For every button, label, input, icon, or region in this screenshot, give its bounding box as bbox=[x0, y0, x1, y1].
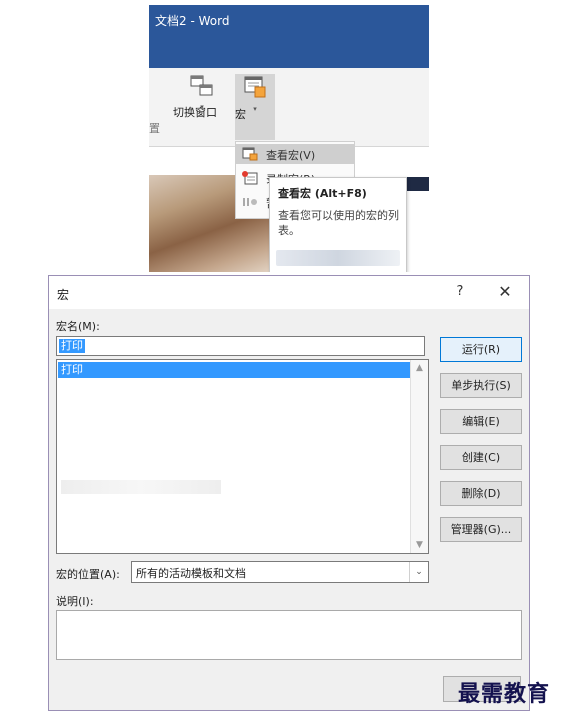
run-button[interactable]: 运行(R) bbox=[440, 337, 522, 362]
switch-windows-icon bbox=[189, 74, 215, 101]
step-into-button[interactable]: 单步执行(S) bbox=[440, 373, 522, 398]
ribbon-view-tab: 置 切换窗口 ▾ 宏 ▾ bbox=[149, 68, 429, 147]
macro-list[interactable]: 打印 ▲ ▼ bbox=[56, 359, 429, 554]
macro-name-input[interactable]: 打印 bbox=[56, 336, 425, 356]
macro-list-blurred-area bbox=[61, 480, 221, 494]
view-macros-icon bbox=[242, 147, 258, 164]
macros-in-select[interactable]: 所有的活动模板和文档 ⌄ bbox=[131, 561, 429, 583]
chevron-down-icon[interactable]: ⌄ bbox=[409, 562, 428, 582]
macros-dialog: 宏 ? ✕ 宏名(M): 打印 打印 ▲ ▼ 运行(R) 单步执行(S) 编辑(… bbox=[48, 275, 530, 711]
close-icon[interactable]: ✕ bbox=[495, 282, 515, 302]
organizer-button[interactable]: 管理器(G)... bbox=[440, 517, 522, 542]
create-button[interactable]: 创建(C) bbox=[440, 445, 522, 470]
description-box bbox=[56, 610, 522, 660]
dialog-title-bar: 宏 ? ✕ bbox=[49, 276, 529, 309]
scroll-down-icon[interactable]: ▼ bbox=[411, 540, 428, 550]
menu-item-view-macros[interactable]: 查看宏(V) bbox=[236, 144, 354, 164]
macro-list-scrollbar[interactable]: ▲ ▼ bbox=[410, 360, 428, 553]
scroll-up-icon[interactable]: ▲ bbox=[411, 363, 428, 373]
description-label: 说明(I): bbox=[56, 595, 94, 608]
macros-in-label: 宏的位置(A): bbox=[56, 568, 120, 581]
dialog-title: 宏 bbox=[57, 288, 70, 302]
switch-windows-button[interactable]: 切换窗口 ▾ bbox=[173, 74, 231, 119]
word-window-title: 文档2 - Word bbox=[155, 14, 230, 28]
pause-recording-icon bbox=[242, 195, 258, 212]
view-macros-tooltip: 查看宏 (Alt+F8) 查看您可以使用的宏的列表。 bbox=[269, 177, 407, 272]
edit-button[interactable]: 编辑(E) bbox=[440, 409, 522, 434]
switch-windows-label: 切换窗口 bbox=[173, 106, 217, 119]
tooltip-title: 查看宏 (Alt+F8) bbox=[278, 187, 367, 200]
watermark-logo: 最需教育 bbox=[458, 681, 551, 707]
tooltip-blurred-area bbox=[276, 250, 400, 266]
macros-in-value: 所有的活动模板和文档 bbox=[136, 567, 246, 580]
tooltip-description: 查看您可以使用的宏的列表。 bbox=[278, 209, 399, 237]
word-window-crop: 文档2 - Word 置 切换窗口 ▾ 宏 ▾ 查看宏(V) 查看宏 (Alt+… bbox=[149, 5, 429, 272]
macro-name-label: 宏名(M): bbox=[56, 320, 100, 333]
delete-button[interactable]: 删除(D) bbox=[440, 481, 522, 506]
ribbon-fragment-text: 置 bbox=[149, 122, 160, 135]
macros-button[interactable]: 宏 ▾ bbox=[235, 74, 275, 140]
macro-name-value: 打印 bbox=[59, 339, 85, 353]
macro-list-item[interactable]: 打印 bbox=[58, 362, 412, 378]
word-title-bar: 文档2 - Word bbox=[149, 5, 429, 68]
macros-label: 宏 bbox=[235, 108, 246, 121]
record-macro-icon bbox=[242, 171, 258, 188]
macros-icon bbox=[242, 74, 268, 103]
view-macros-label: 查看宏(V) bbox=[266, 149, 316, 162]
help-icon[interactable]: ? bbox=[452, 284, 468, 302]
